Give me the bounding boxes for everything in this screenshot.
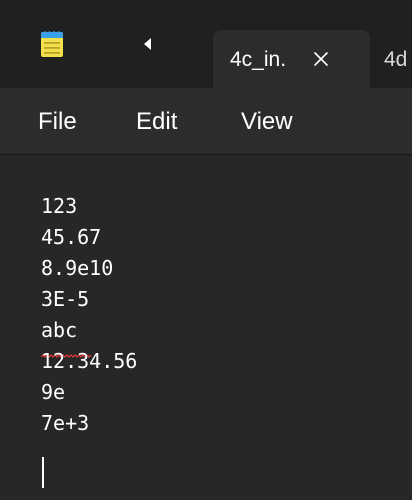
tab-4d[interactable]: 4d [384,48,407,72]
notepad-window: 4c_in. 4d File Edit View 123 45.67 8.9e1… [0,0,412,500]
notepad-icon [40,30,64,58]
editor-line: 45.67 [41,225,102,249]
editor-line: 7e+3 [41,411,90,435]
menu-file[interactable]: File [38,108,77,136]
tab-label: 4c_in. [230,48,287,71]
caret-left-icon[interactable] [136,32,160,56]
editor-line: 3E-5 [41,287,90,311]
menu-bar: File Edit View [0,88,412,154]
text-caret [42,457,44,488]
text-editor[interactable]: 123 45.67 8.9e10 3E-5 abc 12.34.56 9e 7e… [0,155,412,500]
tab-4c-in[interactable]: 4c_in. [213,30,370,88]
editor-line: 123 [41,194,78,218]
editor-line: abc [41,318,78,342]
editor-line: 12.34.56 [41,349,138,373]
menu-view[interactable]: View [241,108,293,136]
editor-line: 9e [41,380,66,404]
editor-line: 8.9e10 [41,256,114,280]
menu-edit[interactable]: Edit [136,108,177,136]
tab-bar: 4c_in. 4d [0,0,412,88]
close-icon[interactable] [308,46,334,72]
